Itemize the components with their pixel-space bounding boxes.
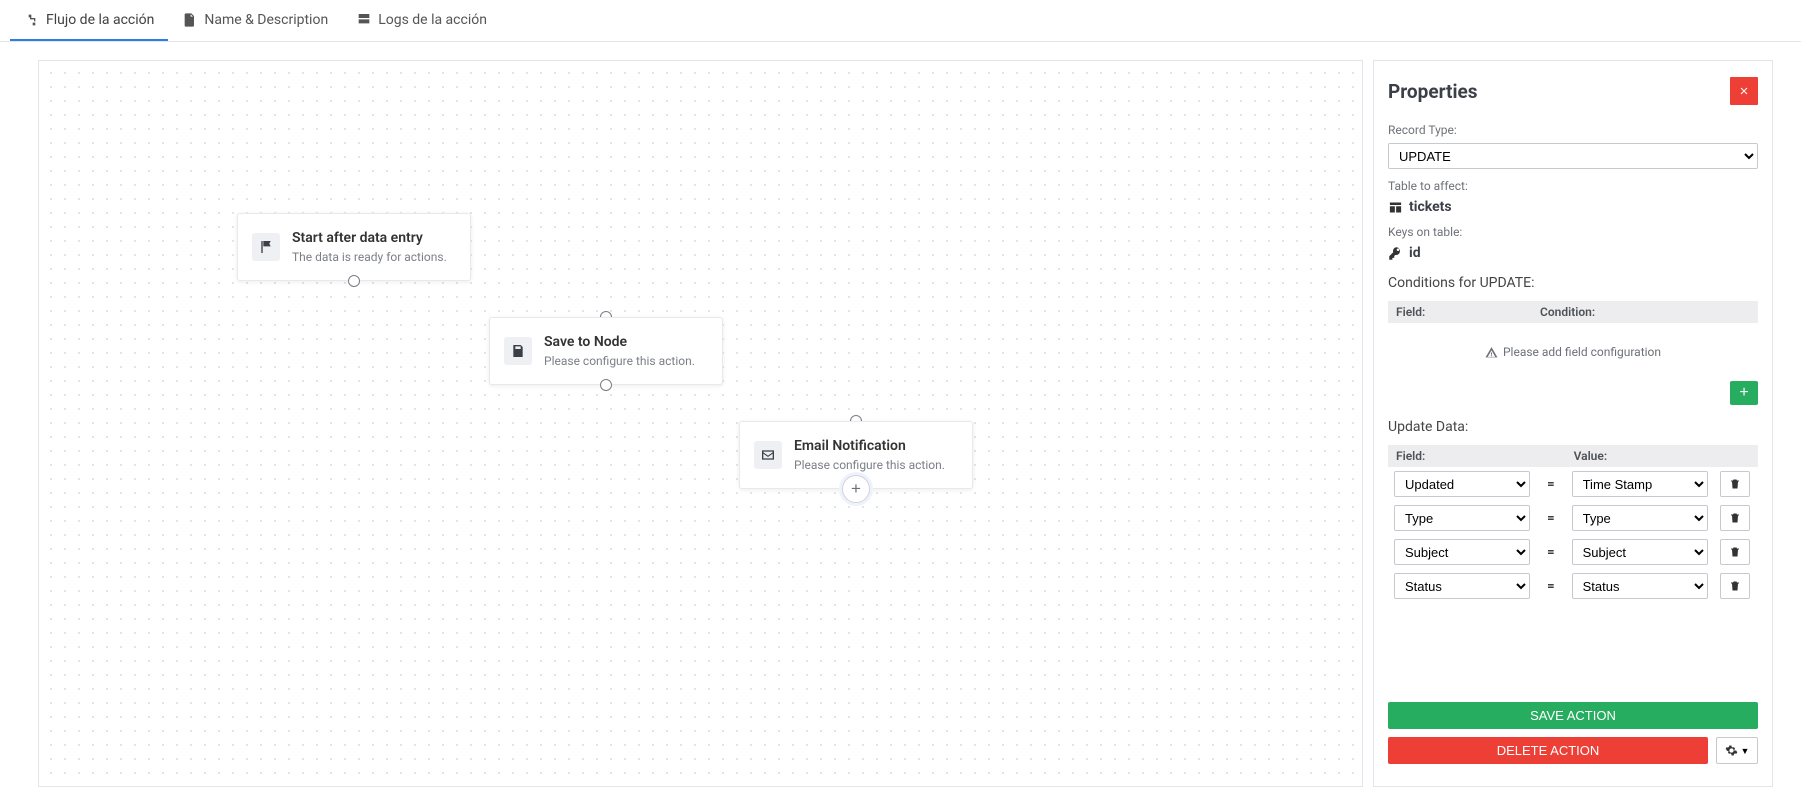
conditions-label: Conditions for UPDATE:: [1388, 275, 1758, 291]
plus-icon: +: [1739, 384, 1748, 402]
delete-action-button[interactable]: DELETE ACTION: [1388, 737, 1708, 764]
delete-row-button[interactable]: [1720, 471, 1750, 497]
tab-name-desc[interactable]: Name & Description: [168, 0, 342, 41]
port-out[interactable]: [348, 275, 360, 287]
keys-label: Keys on table:: [1388, 225, 1758, 239]
record-type-select[interactable]: UPDATE: [1388, 143, 1758, 169]
close-panel-button[interactable]: [1730, 77, 1758, 105]
flow-canvas[interactable]: Start after data entry The data is ready…: [38, 60, 1363, 787]
update-row: Type=Type: [1388, 501, 1758, 535]
panel-footer: SAVE ACTION DELETE ACTION ▼: [1374, 690, 1772, 786]
update-row: Updated=Time Stamp: [1388, 467, 1758, 501]
value-select[interactable]: Status: [1572, 573, 1708, 599]
delete-row-button[interactable]: [1720, 539, 1750, 565]
field-select[interactable]: Status: [1394, 573, 1530, 599]
add-node-button[interactable]: +: [842, 475, 870, 503]
chevron-down-icon: ▼: [1741, 746, 1750, 756]
node-title: Start after data entry: [292, 230, 447, 246]
tab-label: Logs de la acción: [378, 12, 487, 28]
delete-row-button[interactable]: [1720, 505, 1750, 531]
field-select[interactable]: Subject: [1394, 539, 1530, 565]
tab-label: Name & Description: [204, 12, 328, 28]
save-action-button[interactable]: SAVE ACTION: [1388, 702, 1758, 729]
tab-label: Flujo de la acción: [46, 12, 154, 28]
table-affect-label: Table to affect:: [1388, 179, 1758, 193]
update-data-table: Field: Value: Updated=Time StampType=Typ…: [1388, 445, 1758, 603]
conditions-table: Field: Condition:: [1388, 301, 1758, 323]
equals-sign: =: [1536, 467, 1566, 501]
node-start[interactable]: Start after data entry The data is ready…: [237, 213, 471, 281]
value-select[interactable]: Type: [1572, 505, 1708, 531]
table-icon: [1388, 200, 1403, 215]
port-out[interactable]: [600, 379, 612, 391]
node-subtitle: Please configure this action.: [794, 458, 945, 472]
panel-title: Properties: [1388, 80, 1478, 103]
col-value: Value:: [1566, 445, 1714, 467]
add-condition-button[interactable]: +: [1730, 381, 1758, 405]
settings-dropdown-button[interactable]: ▼: [1716, 737, 1758, 764]
table-value: tickets: [1388, 199, 1758, 215]
equals-sign: =: [1536, 501, 1566, 535]
node-save[interactable]: Save to Node Please configure this actio…: [489, 317, 723, 385]
key-icon: [1388, 246, 1403, 261]
properties-panel: Properties Record Type: UPDATE Table to …: [1373, 60, 1773, 787]
warning-icon: [1485, 346, 1498, 359]
field-select[interactable]: Updated: [1394, 471, 1530, 497]
tab-flow[interactable]: Flujo de la acción: [10, 0, 168, 41]
conditions-empty: Please add field configuration: [1388, 323, 1758, 381]
panel-body[interactable]: Record Type: UPDATE Table to affect: tic…: [1374, 113, 1772, 690]
col-field: Field:: [1388, 301, 1532, 323]
node-title: Save to Node: [544, 334, 695, 350]
flow-icon: [24, 12, 40, 28]
equals-sign: =: [1536, 569, 1566, 603]
edges-layer: [39, 61, 339, 211]
node-subtitle: Please configure this action.: [544, 354, 695, 368]
tabs-bar: Flujo de la acción Name & Description Lo…: [0, 0, 1801, 42]
tab-logs[interactable]: Logs de la acción: [342, 0, 501, 41]
col-condition: Condition:: [1532, 301, 1758, 323]
close-icon: [1738, 85, 1750, 97]
update-data-label: Update Data:: [1388, 419, 1758, 435]
mail-icon: [754, 441, 782, 469]
update-row: Status=Status: [1388, 569, 1758, 603]
gear-icon: [1725, 744, 1738, 757]
field-select[interactable]: Type: [1394, 505, 1530, 531]
node-title: Email Notification: [794, 438, 945, 454]
value-select[interactable]: Subject: [1572, 539, 1708, 565]
file-icon: [182, 12, 198, 28]
record-type-label: Record Type:: [1388, 123, 1758, 137]
value-select[interactable]: Time Stamp: [1572, 471, 1708, 497]
server-icon: [356, 12, 372, 28]
delete-row-button[interactable]: [1720, 573, 1750, 599]
node-subtitle: The data is ready for actions.: [292, 250, 447, 264]
update-row: Subject=Subject: [1388, 535, 1758, 569]
plus-icon: +: [851, 479, 861, 499]
col-field: Field:: [1388, 445, 1536, 467]
equals-sign: =: [1536, 535, 1566, 569]
save-icon: [504, 337, 532, 365]
flag-icon: [252, 233, 280, 261]
keys-value: id: [1388, 245, 1758, 261]
